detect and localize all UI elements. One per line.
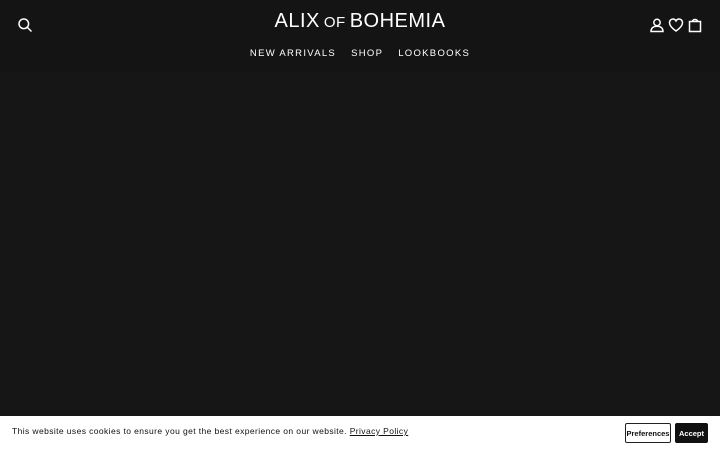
cart-icon[interactable] — [684, 14, 706, 36]
nav-item-new-arrivals[interactable]: NEW ARRIVALS — [250, 48, 336, 59]
cookie-message-wrapper: This website uses cookies to ensure you … — [12, 426, 408, 436]
privacy-policy-link[interactable]: Privacy Policy — [350, 426, 409, 436]
site-header: ALIX OF BOHEMIA NEW ARRIVALS SHOP LOOKBOOK… — [0, 0, 720, 72]
main-nav: NEW ARRIVALS SHOP LOOKBOOKS — [0, 48, 720, 59]
logo-part-3: BOHEMIA — [349, 10, 446, 32]
accept-button[interactable]: Accept — [675, 423, 708, 443]
logo-part-2: OF — [323, 14, 346, 31]
logo-part-1: ALIX — [274, 10, 320, 32]
cookie-message: This website uses cookies to ensure you … — [12, 426, 347, 436]
cookie-banner: This website uses cookies to ensure you … — [0, 416, 720, 450]
nav-item-shop[interactable]: SHOP — [351, 48, 383, 59]
preferences-button[interactable]: Preferences — [625, 423, 671, 443]
site-logo[interactable]: ALIX OF BOHEMIA — [0, 10, 720, 33]
hero-area — [0, 72, 720, 416]
nav-item-lookbooks[interactable]: LOOKBOOKS — [398, 48, 470, 59]
